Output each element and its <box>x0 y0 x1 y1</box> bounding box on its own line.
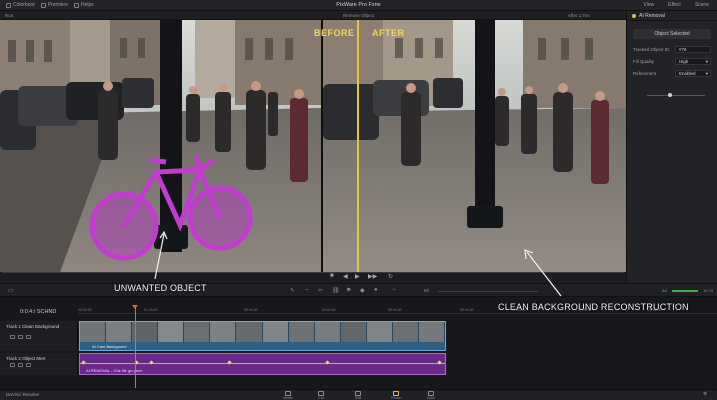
annotation-clean-background: CLEAN BACKGROUND RECONSTRUCTION <box>498 302 689 312</box>
annotation-unwanted-object: UNWANTED OBJECT <box>114 283 207 293</box>
annotation-arrows <box>154 230 562 297</box>
unwanted-arrow <box>154 233 165 280</box>
clean-arrow <box>526 251 562 297</box>
